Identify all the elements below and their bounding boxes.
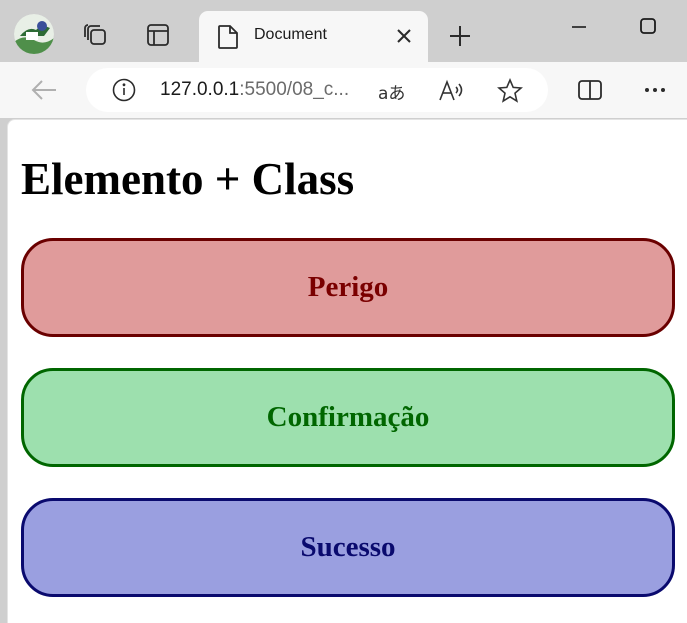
workspaces-icon[interactable] <box>82 22 108 48</box>
close-icon[interactable] <box>395 27 413 49</box>
page-viewport: Elemento + Class Perigo Confirmação Suce… <box>7 119 687 623</box>
more-menu-icon[interactable] <box>643 78 667 106</box>
browser-toolbar: 127.0.0.1:5500/08_c... aあ <box>0 62 687 118</box>
tab-title: Document <box>254 26 327 43</box>
danger-box: Perigo <box>21 238 675 337</box>
info-icon[interactable] <box>112 78 136 106</box>
new-tab-icon[interactable] <box>448 24 472 52</box>
translate-icon[interactable]: aあ <box>378 79 405 104</box>
split-screen-icon[interactable] <box>577 78 603 106</box>
back-arrow-icon[interactable] <box>30 78 58 106</box>
minimize-icon[interactable] <box>567 14 591 38</box>
confirmation-box-label: Confirmação <box>266 401 430 433</box>
success-box: Sucesso <box>21 498 675 597</box>
document-icon <box>217 24 239 54</box>
url-text[interactable]: 127.0.0.1:5500/08_c... <box>160 79 349 101</box>
page-heading: Elemento + Class <box>21 154 355 204</box>
danger-box-label: Perigo <box>307 271 389 303</box>
url-rest: :5500/08_c... <box>239 79 350 100</box>
success-box-label: Sucesso <box>300 531 396 563</box>
title-bar: Document <box>0 0 687 63</box>
confirmation-box: Confirmação <box>21 368 675 467</box>
restore-icon[interactable] <box>636 14 660 38</box>
url-host: 127.0.0.1 <box>160 79 240 100</box>
tab-actions-icon[interactable] <box>145 22 171 48</box>
address-bar[interactable]: 127.0.0.1:5500/08_c... aあ <box>86 68 548 112</box>
favorite-star-icon[interactable] <box>496 77 524 109</box>
read-aloud-icon[interactable] <box>437 78 465 108</box>
tab-document[interactable]: Document <box>199 11 428 63</box>
profile-avatar[interactable] <box>14 14 54 54</box>
